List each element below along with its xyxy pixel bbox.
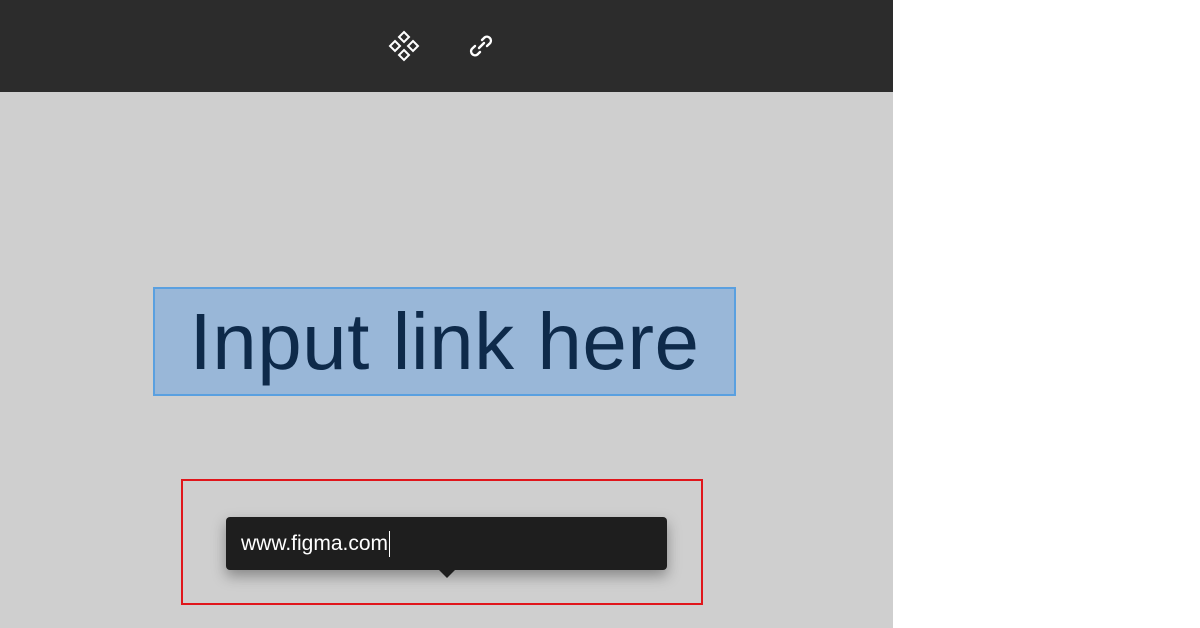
link-url-value: www.figma.com: [241, 532, 389, 555]
text-caret: [389, 530, 391, 557]
toolbar: [0, 0, 893, 92]
link-popover: www.figma.com: [226, 517, 667, 578]
component-tool-button[interactable]: [384, 26, 424, 66]
editor-window: Input link here www.figma.com: [0, 0, 893, 628]
selected-text-layer[interactable]: Input link here: [153, 287, 736, 396]
link-tool-button[interactable]: [461, 26, 501, 66]
text-layer-content: Input link here: [189, 296, 700, 386]
link-icon: [469, 35, 493, 57]
component-icon: [388, 30, 420, 62]
canvas[interactable]: Input link here www.figma.com: [0, 92, 893, 628]
link-url-input[interactable]: www.figma.com: [241, 517, 651, 570]
